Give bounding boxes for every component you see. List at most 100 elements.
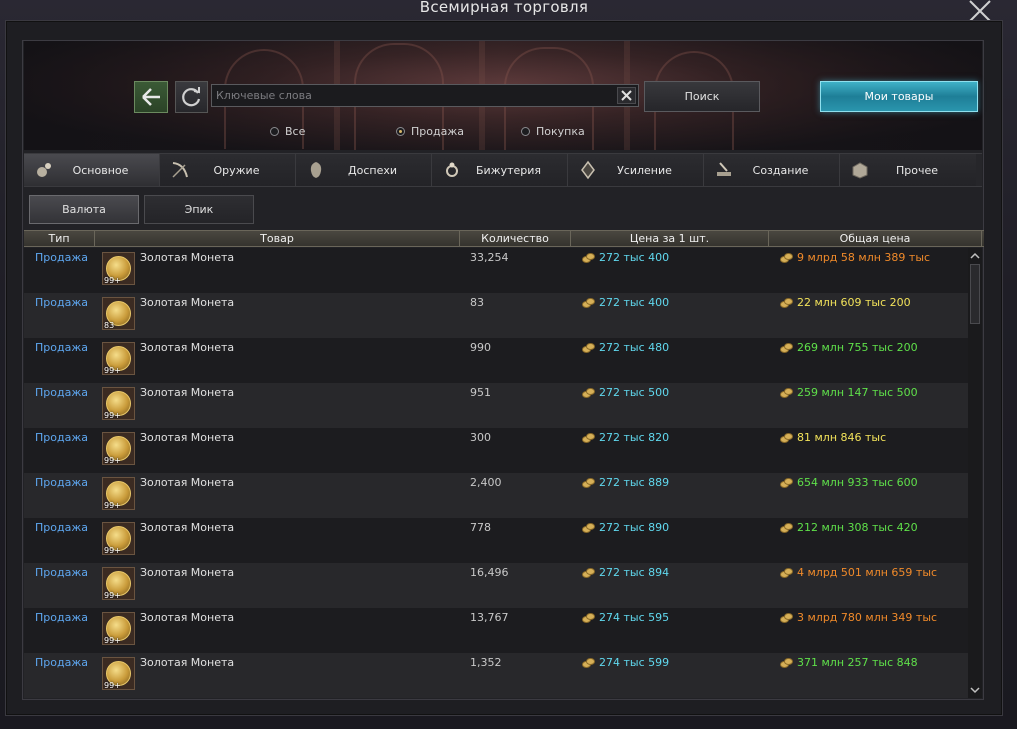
back-button[interactable] bbox=[134, 81, 168, 113]
tab-enhance[interactable]: Усиление bbox=[568, 154, 704, 186]
listing-type-link[interactable]: Продажа bbox=[35, 566, 88, 579]
chevron-down-icon bbox=[970, 687, 980, 694]
item-quantity: 13,767 bbox=[470, 611, 509, 624]
item-quantity: 83 bbox=[470, 296, 484, 309]
radio-selected-icon bbox=[396, 126, 405, 136]
total-price: 9 млрд 58 млн 389 тыс bbox=[780, 251, 930, 264]
my-goods-button[interactable]: Мои товары bbox=[820, 81, 978, 112]
gold-icon bbox=[780, 613, 793, 623]
filter-all[interactable]: Все bbox=[270, 124, 305, 138]
unit-price: 272 тыс 500 bbox=[582, 386, 669, 399]
item-slot[interactable]: 99+ bbox=[102, 387, 135, 420]
tab-label: Доспехи bbox=[348, 163, 397, 177]
column-header-type[interactable]: Тип bbox=[24, 231, 95, 246]
listing-type-link[interactable]: Продажа bbox=[35, 296, 88, 309]
unit-price-value: 274 тыс 599 bbox=[599, 656, 670, 669]
table-row[interactable]: Продажа 99+ Золотая Монета 778 272 тыс 890 21… bbox=[24, 518, 968, 563]
unit-price-value: 272 тыс 894 bbox=[599, 566, 670, 579]
listing-type-link[interactable]: Продажа bbox=[35, 386, 88, 399]
listing-type-link[interactable]: Продажа bbox=[35, 431, 88, 444]
filter-sell[interactable]: Продажа bbox=[396, 124, 464, 138]
table-row[interactable]: Продажа 83 Золотая Монета 83 272 тыс 400 22 м… bbox=[24, 293, 968, 338]
gold-icon bbox=[780, 658, 793, 668]
scrollbar[interactable] bbox=[968, 248, 982, 698]
unit-price-value: 272 тыс 820 bbox=[599, 431, 670, 444]
item-slot[interactable]: 99+ bbox=[102, 657, 135, 690]
table-row[interactable]: Продажа 99+ Золотая Монета 16,496 272 тыс 89… bbox=[24, 563, 968, 608]
table-row[interactable]: Продажа 99+ Золотая Монета 951 272 тыс 500 25… bbox=[24, 383, 968, 428]
filter-buy[interactable]: Покупка bbox=[521, 124, 585, 138]
table-row[interactable]: Продажа 99+ Золотая Монета 33,254 272 тыс 40… bbox=[24, 248, 968, 293]
clear-search-button[interactable] bbox=[617, 87, 636, 104]
subtab-currency[interactable]: Валюта bbox=[29, 195, 139, 224]
radio-icon bbox=[270, 126, 279, 136]
unit-price-value: 272 тыс 480 bbox=[599, 341, 670, 354]
tab-jewelry[interactable]: Бижутерия bbox=[432, 154, 568, 186]
gold-icon bbox=[780, 568, 793, 578]
unit-price: 272 тыс 480 bbox=[582, 341, 669, 354]
search-input[interactable] bbox=[212, 85, 614, 106]
gold-icon bbox=[582, 253, 595, 263]
gold-icon bbox=[582, 433, 595, 443]
unit-price: 272 тыс 894 bbox=[582, 566, 669, 579]
item-slot[interactable]: 99+ bbox=[102, 522, 135, 555]
item-quantity: 778 bbox=[470, 521, 491, 534]
tab-misc[interactable]: Прочее bbox=[840, 154, 976, 186]
gold-icon bbox=[582, 613, 595, 623]
column-header-item[interactable]: Товар bbox=[95, 231, 460, 246]
scroll-down-button[interactable] bbox=[968, 684, 982, 696]
column-header-total-price[interactable]: Общая цена bbox=[769, 231, 982, 246]
tab-armor[interactable]: Доспехи bbox=[296, 154, 432, 186]
total-price: 371 млн 257 тыс 848 bbox=[780, 656, 918, 669]
listing-type-link[interactable]: Продажа bbox=[35, 521, 88, 534]
item-slot[interactable]: 99+ bbox=[102, 612, 135, 645]
item-quantity: 990 bbox=[470, 341, 491, 354]
refresh-button[interactable] bbox=[175, 81, 208, 113]
search-button[interactable]: Поиск bbox=[644, 81, 760, 112]
item-slot[interactable]: 99+ bbox=[102, 342, 135, 375]
item-quantity: 1,352 bbox=[470, 656, 502, 669]
column-header-quantity[interactable]: Количество bbox=[460, 231, 571, 246]
listing-type-link[interactable]: Продажа bbox=[35, 251, 88, 264]
unit-price: 272 тыс 820 bbox=[582, 431, 669, 444]
column-header-unit-price[interactable]: Цена за 1 шт. bbox=[571, 231, 769, 246]
search-box bbox=[211, 84, 639, 107]
unit-price-value: 272 тыс 890 bbox=[599, 521, 670, 534]
item-quantity: 951 bbox=[470, 386, 491, 399]
subtab-epic[interactable]: Эпик bbox=[144, 195, 254, 224]
scroll-thumb[interactable] bbox=[970, 264, 980, 324]
gold-icon bbox=[582, 343, 595, 353]
item-slot[interactable]: 99+ bbox=[102, 252, 135, 285]
stack-count: 99+ bbox=[104, 276, 121, 285]
item-slot[interactable]: 99+ bbox=[102, 567, 135, 600]
gold-icon bbox=[582, 658, 595, 668]
unit-price-value: 274 тыс 595 bbox=[599, 611, 670, 624]
gold-icon bbox=[780, 298, 793, 308]
table-row[interactable]: Продажа 99+ Золотая Монета 2,400 272 тыс 889… bbox=[24, 473, 968, 518]
listing-type-link[interactable]: Продажа bbox=[35, 476, 88, 489]
listing-type-link[interactable]: Продажа bbox=[35, 341, 88, 354]
stack-count: 99+ bbox=[104, 366, 121, 375]
item-slot[interactable]: 99+ bbox=[102, 477, 135, 510]
unit-price: 272 тыс 889 bbox=[582, 476, 669, 489]
table-row[interactable]: Продажа 99+ Золотая Монета 1,352 274 тыс 599… bbox=[24, 653, 968, 698]
table-row[interactable]: Продажа 99+ Золотая Монета 13,767 274 тыс 59… bbox=[24, 608, 968, 653]
table-row[interactable]: Продажа 99+ Золотая Монета 990 272 тыс 480 26… bbox=[24, 338, 968, 383]
unit-price: 272 тыс 400 bbox=[582, 296, 669, 309]
gold-icon bbox=[582, 523, 595, 533]
gold-icon bbox=[780, 523, 793, 533]
item-slot[interactable]: 99+ bbox=[102, 432, 135, 465]
item-slot[interactable]: 83 bbox=[102, 297, 135, 330]
scroll-up-button[interactable] bbox=[968, 250, 982, 262]
listing-type-link[interactable]: Продажа bbox=[35, 656, 88, 669]
listing-table: Продажа 99+ Золотая Монета 33,254 272 тыс 40… bbox=[24, 248, 968, 698]
stack-count: 99+ bbox=[104, 501, 121, 510]
tab-craft[interactable]: Создание bbox=[704, 154, 840, 186]
tab-weapons[interactable]: Оружие bbox=[160, 154, 296, 186]
tab-basic[interactable]: Основное bbox=[24, 154, 160, 186]
gold-icon bbox=[582, 388, 595, 398]
gold-icon bbox=[780, 478, 793, 488]
listing-type-link[interactable]: Продажа bbox=[35, 611, 88, 624]
table-row[interactable]: Продажа 99+ Золотая Монета 300 272 тыс 820 81… bbox=[24, 428, 968, 473]
total-price-value: 269 млн 755 тыс 200 bbox=[797, 341, 918, 354]
